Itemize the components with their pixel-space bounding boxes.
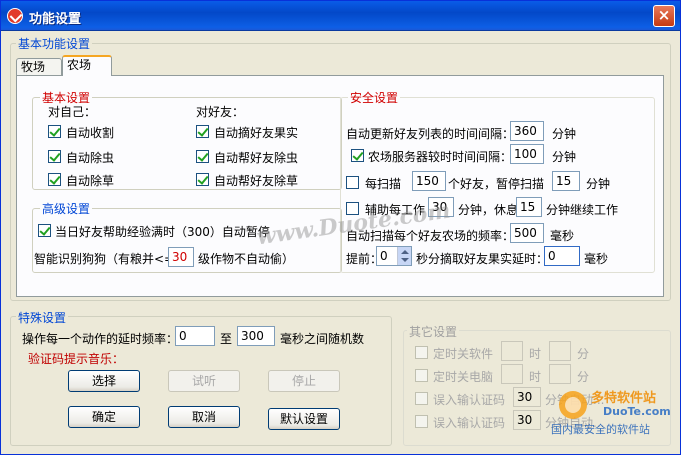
- timer-close-app-hour[interactable]: [501, 341, 523, 361]
- timer-close-app-checkbox[interactable]: [415, 346, 428, 359]
- refresh-interval-label: 自动更新好友列表的时间间隔：: [346, 127, 515, 141]
- harvest-delay-input[interactable]: 0: [544, 246, 580, 266]
- scan-pause-input[interactable]: 15: [552, 171, 580, 191]
- sync-interval-label: 农场服务器较时时间间隔：: [368, 150, 513, 164]
- timer-shutdown-hour-unit: 时: [529, 370, 542, 384]
- delay-suffix-label: 毫秒之间随机数: [280, 332, 365, 346]
- site-logo-brand: 多特软件站: [591, 391, 657, 406]
- delay-max-input[interactable]: 300: [237, 326, 275, 346]
- default-settings-button[interactable]: 默认设置: [268, 408, 340, 430]
- scan-frequency-input[interactable]: 500: [510, 223, 544, 243]
- farm-tab-panel: 基本设置 对自己： 对好友： 自动收割 自动除虫 自动除草 自动摘好友果实 自动…: [16, 75, 664, 297]
- auto-pause-label: 当日好友帮助经验满时（300）自动暂停: [55, 225, 270, 239]
- captcha-error-checkbox-2[interactable]: [415, 415, 428, 428]
- captcha-error-minutes-1[interactable]: 30: [513, 387, 541, 407]
- site-logo: 多特软件站 DuoTe.com 国内最安全的软件站: [551, 385, 677, 437]
- close-button[interactable]: ×: [653, 5, 675, 27]
- ok-button[interactable]: 确定: [68, 406, 140, 428]
- auto-harvest-label: 自动收割: [66, 126, 115, 140]
- timer-close-app-label: 定时关软件: [433, 347, 494, 361]
- friend-debug-checkbox[interactable]: [196, 150, 209, 163]
- site-logo-slogan: 国内最安全的软件站: [551, 423, 650, 436]
- basic-settings-legend: 基本功能设置: [16, 35, 93, 52]
- captcha-error-checkbox-1[interactable]: [415, 392, 428, 405]
- sync-interval-input[interactable]: 100: [510, 144, 544, 164]
- scan-pause-unit: 分钟: [586, 177, 611, 191]
- timer-close-app-hour-unit: 时: [529, 347, 542, 361]
- advance-delay-label: 秒分摘取好友果实延时：: [416, 252, 549, 266]
- dog-detect-prefix: 智能识别狗狗（有粮并<=: [34, 252, 175, 266]
- sync-interval-unit: 分钟: [552, 150, 577, 164]
- timer-close-app-minute-unit: 分: [577, 347, 590, 361]
- timer-shutdown-minute[interactable]: [549, 364, 571, 384]
- refresh-interval-unit: 分钟: [552, 127, 577, 141]
- timer-shutdown-minute-unit: 分: [577, 370, 590, 384]
- site-logo-domain: DuoTe.com: [603, 405, 671, 418]
- timer-shutdown-label: 定时关电脑: [433, 370, 494, 384]
- scan-count-input[interactable]: 150: [412, 171, 446, 191]
- choose-music-button[interactable]: 选择: [68, 370, 140, 392]
- refresh-interval-input[interactable]: 360: [510, 121, 544, 141]
- delay-min-input[interactable]: 0: [175, 326, 215, 346]
- work-rest-suffix: 分钟继续工作: [546, 203, 619, 217]
- auto-weed-checkbox[interactable]: [48, 173, 61, 186]
- auto-weed-label: 自动除草: [66, 174, 115, 188]
- captcha-error-minutes-2[interactable]: 30: [513, 410, 541, 430]
- auto-pause-checkbox[interactable]: [38, 224, 51, 237]
- window-title: 功能设置: [29, 12, 82, 27]
- scan-pause-label: 每扫描: [365, 177, 402, 191]
- tab-farm[interactable]: 农场: [62, 55, 112, 76]
- captcha-error-label-2: 误入输认证码: [433, 416, 506, 430]
- auto-harvest-checkbox[interactable]: [48, 125, 61, 138]
- harvest-delay-unit: 毫秒: [584, 252, 609, 266]
- stop-music-button[interactable]: 停止: [268, 370, 340, 392]
- self-label: 对自己：: [48, 105, 97, 119]
- cancel-button[interactable]: 取消: [168, 406, 240, 428]
- farm-panel-content: 基本设置 对自己： 对好友： 自动收割 自动除虫 自动除草 自动摘好友果实 自动…: [18, 77, 662, 295]
- action-delay-label: 操作每一个动作的延时频率：: [22, 332, 179, 346]
- friend-debug-label: 自动帮好友除虫: [214, 151, 299, 165]
- auto-debug-label: 自动除虫: [66, 151, 115, 165]
- timer-close-app-minute[interactable]: [549, 341, 571, 361]
- settings-window: 功能设置 × 基本功能设置 牧场 农场 基本设置 对自己： 对好友： 自动收割 …: [0, 0, 681, 455]
- rest-minutes-input[interactable]: 15: [516, 197, 542, 217]
- tab-ranch[interactable]: 牧场: [16, 58, 62, 76]
- app-icon: [7, 8, 23, 24]
- delay-to-label: 至: [220, 332, 233, 346]
- advance-seconds-spinner[interactable]: [397, 247, 411, 265]
- security-group-legend: 安全设置: [348, 89, 401, 106]
- friend-label: 对好友：: [196, 105, 245, 119]
- other-settings-legend: 其它设置: [407, 323, 460, 340]
- special-settings-legend: 特殊设置: [16, 309, 69, 326]
- timer-shutdown-checkbox[interactable]: [415, 369, 428, 382]
- advanced-group-legend: 高级设置: [40, 200, 93, 217]
- scan-pause-mid: 个好友，暂停扫描: [448, 177, 545, 191]
- scan-pause-checkbox[interactable]: [346, 176, 359, 189]
- captcha-music-label: 验证码提示音乐：: [28, 352, 125, 366]
- sync-interval-checkbox[interactable]: [351, 149, 364, 162]
- captcha-error-label-1: 误入输认证码: [433, 393, 506, 407]
- friend-weed-checkbox[interactable]: [196, 173, 209, 186]
- title-bar[interactable]: 功能设置 ×: [1, 1, 680, 31]
- friend-harvest-label: 自动摘好友果实: [214, 126, 299, 140]
- work-rest-mid: 分钟，休息: [458, 203, 519, 217]
- scan-frequency-unit: 毫秒: [550, 229, 575, 243]
- preview-music-button[interactable]: 试听: [168, 370, 240, 392]
- timer-shutdown-hour[interactable]: [501, 364, 523, 384]
- auto-debug-checkbox[interactable]: [48, 150, 61, 163]
- friend-harvest-checkbox[interactable]: [196, 125, 209, 138]
- dog-detect-suffix: 级作物不自动偷）: [198, 252, 295, 266]
- friend-weed-label: 自动帮好友除草: [214, 174, 299, 188]
- dog-level-input[interactable]: 30: [168, 247, 194, 267]
